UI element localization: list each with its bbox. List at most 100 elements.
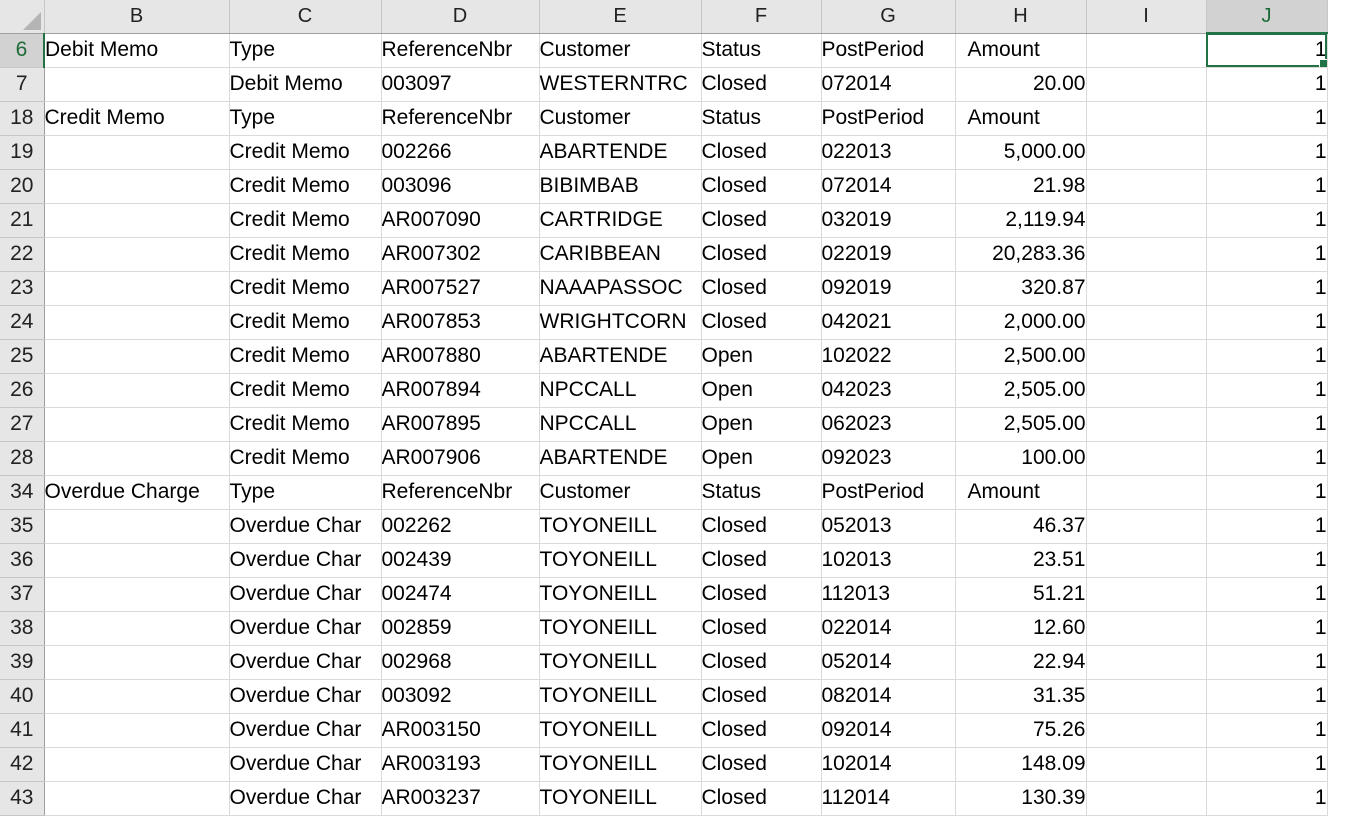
cell-b[interactable]: Debit Memo <box>44 33 230 68</box>
cell-b[interactable] <box>44 509 230 544</box>
cell-i[interactable] <box>1086 373 1207 408</box>
row-header[interactable]: 36 <box>0 543 45 578</box>
cell-i[interactable] <box>1086 339 1207 374</box>
cell-f[interactable]: Closed <box>701 611 822 646</box>
row-header[interactable]: 25 <box>0 339 45 374</box>
cell-j[interactable]: 1 <box>1206 577 1328 612</box>
cell-e[interactable]: NAAAPASSOC <box>539 271 702 306</box>
row-header[interactable]: 21 <box>0 203 45 238</box>
row-header[interactable]: 41 <box>0 713 45 748</box>
cell-c[interactable]: Credit Memo <box>229 135 382 170</box>
cell-e[interactable]: CARIBBEAN <box>539 237 702 272</box>
cell-g[interactable]: 112013 <box>821 577 956 612</box>
cell-g[interactable]: 092019 <box>821 271 956 306</box>
cell-h[interactable]: 320.87 <box>955 271 1087 306</box>
cell-f[interactable]: Closed <box>701 305 822 340</box>
column-header-h[interactable]: H <box>955 0 1087 34</box>
row-header[interactable]: 42 <box>0 747 45 782</box>
cell-d[interactable]: 002439 <box>381 543 540 578</box>
cell-d[interactable]: 002859 <box>381 611 540 646</box>
cell-f[interactable]: Open <box>701 441 822 476</box>
cell-e[interactable]: TOYONEILL <box>539 611 702 646</box>
cell-g[interactable]: 052014 <box>821 645 956 680</box>
cell-g[interactable]: PostPeriod <box>821 33 956 68</box>
cell-f[interactable]: Closed <box>701 543 822 578</box>
row-header[interactable]: 39 <box>0 645 45 680</box>
cell-f[interactable]: Status <box>701 33 822 68</box>
cell-h[interactable]: 2,119.94 <box>955 203 1087 238</box>
cell-c[interactable]: Type <box>229 475 382 510</box>
row-header[interactable]: 37 <box>0 577 45 612</box>
cell-g[interactable]: 022013 <box>821 135 956 170</box>
row-header[interactable]: 7 <box>0 67 45 102</box>
cell-f[interactable]: Closed <box>701 747 822 782</box>
cell-g[interactable]: PostPeriod <box>821 475 956 510</box>
cell-c[interactable]: Overdue Char <box>229 509 382 544</box>
cell-d[interactable]: AR007527 <box>381 271 540 306</box>
cell-j[interactable]: 1 <box>1206 305 1328 340</box>
cell-c[interactable]: Overdue Char <box>229 543 382 578</box>
cell-b[interactable] <box>44 203 230 238</box>
cell-b[interactable] <box>44 305 230 340</box>
row-header[interactable]: 18 <box>0 101 45 136</box>
cell-g[interactable]: 102022 <box>821 339 956 374</box>
cell-e[interactable]: NPCCALL <box>539 373 702 408</box>
cell-h[interactable]: 130.39 <box>955 781 1087 816</box>
cell-g[interactable]: 112014 <box>821 781 956 816</box>
cell-d[interactable]: AR007090 <box>381 203 540 238</box>
cell-i[interactable] <box>1086 135 1207 170</box>
cell-e[interactable]: ABARTENDE <box>539 135 702 170</box>
cell-c[interactable]: Credit Memo <box>229 169 382 204</box>
cell-f[interactable]: Status <box>701 101 822 136</box>
cell-h[interactable]: 20.00 <box>955 67 1087 102</box>
cell-e[interactable]: WESTERNTRC <box>539 67 702 102</box>
cell-d[interactable]: ReferenceNbr <box>381 475 540 510</box>
cell-c[interactable]: Credit Memo <box>229 237 382 272</box>
cell-i[interactable] <box>1086 441 1207 476</box>
cell-e[interactable]: TOYONEILL <box>539 747 702 782</box>
cell-f[interactable]: Closed <box>701 203 822 238</box>
cell-i[interactable] <box>1086 101 1207 136</box>
cell-g[interactable]: 022019 <box>821 237 956 272</box>
cell-j[interactable]: 1 <box>1206 543 1328 578</box>
cell-i[interactable] <box>1086 781 1207 816</box>
row-header[interactable]: 27 <box>0 407 45 442</box>
cell-g[interactable]: 052013 <box>821 509 956 544</box>
row-header[interactable]: 35 <box>0 509 45 544</box>
cell-e[interactable]: TOYONEILL <box>539 781 702 816</box>
cell-c[interactable]: Debit Memo <box>229 67 382 102</box>
cell-f[interactable]: Open <box>701 373 822 408</box>
cell-h[interactable]: 12.60 <box>955 611 1087 646</box>
cell-j[interactable]: 1 <box>1206 747 1328 782</box>
cell-g[interactable]: 042021 <box>821 305 956 340</box>
cell-e[interactable]: Customer <box>539 101 702 136</box>
cell-c[interactable]: Credit Memo <box>229 271 382 306</box>
cell-j[interactable]: 1 <box>1206 135 1328 170</box>
cell-i[interactable] <box>1086 713 1207 748</box>
cell-j[interactable]: 1 <box>1206 509 1328 544</box>
cell-h[interactable]: 2,505.00 <box>955 373 1087 408</box>
cell-d[interactable]: 002968 <box>381 645 540 680</box>
cell-h[interactable]: 5,000.00 <box>955 135 1087 170</box>
cell-h[interactable]: Amount <box>955 33 1087 68</box>
cell-d[interactable]: 002262 <box>381 509 540 544</box>
cell-e[interactable]: TOYONEILL <box>539 679 702 714</box>
cell-g[interactable]: 062023 <box>821 407 956 442</box>
cell-c[interactable]: Overdue Char <box>229 577 382 612</box>
column-header-b[interactable]: B <box>44 0 230 34</box>
cell-g[interactable]: 022014 <box>821 611 956 646</box>
cell-d[interactable]: ReferenceNbr <box>381 33 540 68</box>
cell-j[interactable]: 1 <box>1206 645 1328 680</box>
cell-d[interactable]: AR007894 <box>381 373 540 408</box>
cell-i[interactable] <box>1086 407 1207 442</box>
cell-b[interactable] <box>44 679 230 714</box>
cell-i[interactable] <box>1086 169 1207 204</box>
cell-d[interactable]: AR003237 <box>381 781 540 816</box>
cell-d[interactable]: 003096 <box>381 169 540 204</box>
cell-b[interactable] <box>44 67 230 102</box>
cell-i[interactable] <box>1086 203 1207 238</box>
cell-h[interactable]: 2,000.00 <box>955 305 1087 340</box>
cell-d[interactable]: AR007880 <box>381 339 540 374</box>
cell-b[interactable] <box>44 271 230 306</box>
cell-j[interactable]: 1 <box>1206 441 1328 476</box>
